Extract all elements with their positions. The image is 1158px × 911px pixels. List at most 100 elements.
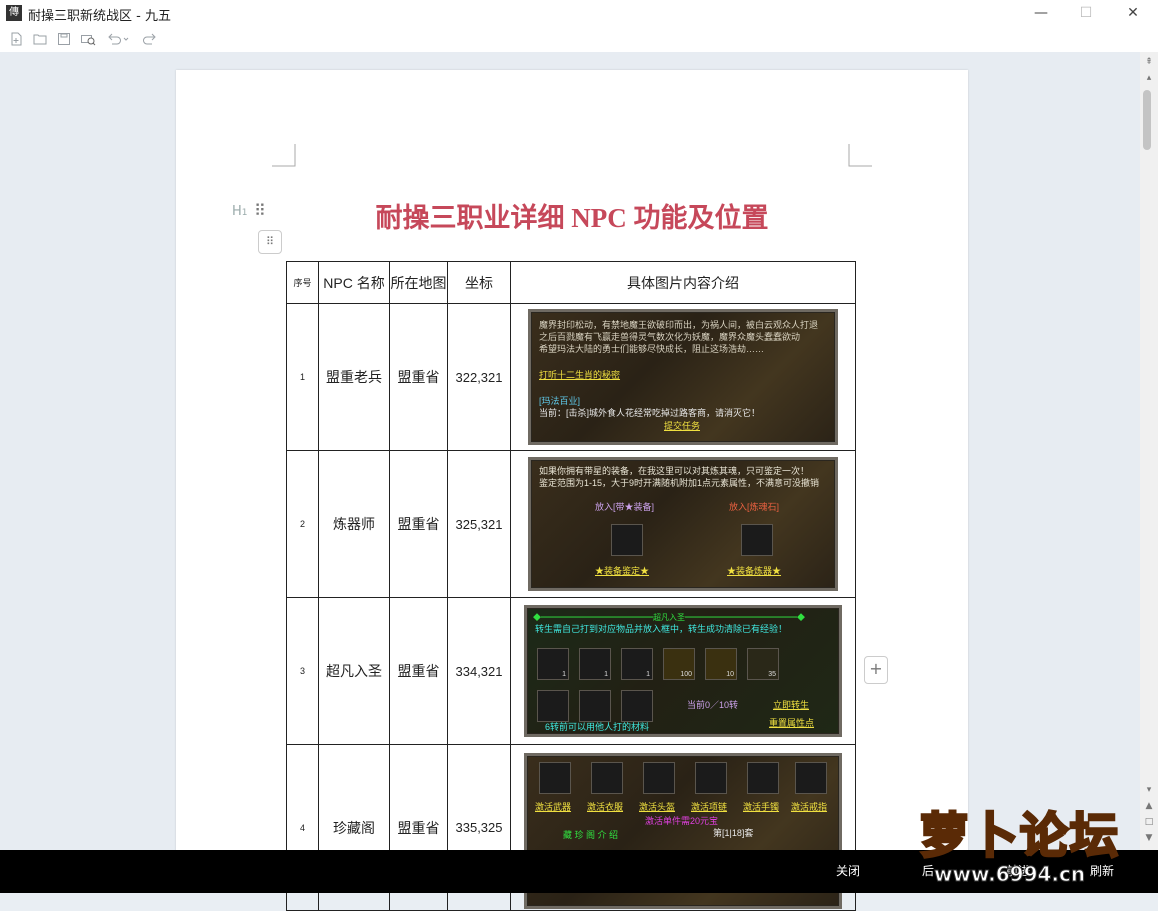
forum-watermark-logo: 萝卜论坛 www.6994.cn	[908, 786, 1154, 890]
table-handle-icon[interactable]: ⠿	[258, 230, 282, 254]
activate-label: 激活头盔	[639, 802, 676, 812]
header-map: 所在地图	[389, 261, 448, 304]
quest-link: 打听十二生肖的秘密	[539, 370, 621, 380]
item-slot: 1	[579, 648, 611, 680]
watermark-logo-text: 萝卜论坛	[918, 807, 1121, 866]
collection-intro: 藏 珍 阁 介 绍	[563, 830, 619, 840]
cell-detail: 如果你拥有带星的装备，在我这里可以对其炼其魂，只可鉴定一次！ 鉴定范围为1-15…	[510, 450, 856, 598]
item-slot	[741, 524, 773, 556]
new-doc-icon[interactable]	[8, 32, 24, 48]
item-slot	[579, 690, 611, 722]
dialog-line: 希望玛法大陆的勇士们能够尽快成长，阻止这场浩劫……	[539, 344, 765, 354]
add-column-button[interactable]: +	[864, 656, 888, 684]
table-row: 3 超凡入圣 盟重省 334,321 ◆━━━━━━━━━━━━━━超凡入圣━━…	[286, 597, 856, 745]
item-slot	[611, 524, 643, 556]
cell-seq: 1	[286, 303, 319, 451]
npc-screenshot-2: 如果你拥有带星的装备，在我这里可以对其炼其魂，只可鉴定一次！ 鉴定范围为1-15…	[528, 457, 838, 591]
scroll-up-icon[interactable]: ▴	[1143, 72, 1155, 84]
npc-table: 序号 NPC 名称 所在地图 坐标 具体图片内容介绍 1 盟重老兵 盟重省 32…	[286, 261, 856, 911]
close-button[interactable]: ✕	[1110, 0, 1156, 27]
undo-icon[interactable]	[106, 32, 130, 48]
npc-screenshot-1: 魔界封印松动，有禁地魔王欲破印而出，为祸人间，被白云观众人打退 之后百戮魔有飞赢…	[528, 309, 838, 445]
header-coord: 坐标	[447, 261, 511, 304]
refine-button-text: ★装备炼器★	[727, 566, 782, 576]
table-row: 1 盟重老兵 盟重省 322,321 魔界封印松动，有禁地魔王欲破印而出，为祸人…	[286, 303, 856, 451]
reset-button-text: 重置属性点	[769, 718, 815, 728]
table-header-row: 序号 NPC 名称 所在地图 坐标 具体图片内容介绍	[286, 261, 856, 304]
activation-cost: 激活单件需20元宝	[645, 816, 719, 826]
item-slot	[539, 762, 571, 794]
item-slot	[795, 762, 827, 794]
cell-coord: 334,321	[447, 597, 511, 745]
watermark-url: www.6994.cn	[933, 862, 1086, 887]
cell-map: 盟重省	[389, 450, 448, 598]
item-slot	[537, 690, 569, 722]
scrollbar-thumb[interactable]	[1143, 90, 1151, 150]
maximize-button[interactable]: ☐	[1063, 0, 1109, 27]
cell-seq: 3	[286, 597, 319, 745]
dialog-line: 鉴定范围为1-15，大于9时开满随机附加1点元素属性，不满意可没撤销	[539, 478, 820, 488]
dialog-line: 魔界封印松动，有禁地魔王欲破印而出，为祸人间，被白云观众人打退	[539, 320, 819, 330]
cell-detail: 魔界封印松动，有禁地魔王欲破印而出，为祸人间，被白云观众人打退 之后百戮魔有飞赢…	[510, 303, 856, 451]
rebirth-button-text: 立即转生	[773, 700, 810, 710]
item-slot	[621, 690, 653, 722]
item-slot	[643, 762, 675, 794]
activate-label: 激活手镯	[743, 802, 780, 812]
cell-seq: 2	[286, 450, 319, 598]
redo-icon[interactable]	[142, 32, 158, 48]
activate-label: 激活项链	[691, 802, 728, 812]
save-icon[interactable]	[56, 32, 72, 48]
activate-label: 激活武器	[535, 802, 572, 812]
cell-npc-name: 炼器师	[318, 450, 390, 598]
activate-label: 激活戒指	[791, 802, 828, 812]
toolbar	[0, 27, 1158, 53]
document-workspace: H1 ⠿ 耐操三职业详细 NPC 功能及位置 ⠿ 序号 NPC 名称 所在地图 …	[0, 52, 1140, 911]
item-slot	[747, 762, 779, 794]
dialog-line: 之后百戮魔有飞赢走兽得灵气数次化为妖魔，魔界众魔头蠢蠢欲动	[539, 332, 801, 342]
item-slot: 1	[537, 648, 569, 680]
margin-corner-mark	[272, 144, 296, 167]
margin-corner-mark	[848, 144, 872, 167]
title-bar: 傳 耐操三职新统战区 - 九五 — ☐ ✕	[0, 0, 1158, 27]
cell-map: 盟重省	[389, 597, 448, 745]
open-folder-icon[interactable]	[32, 32, 48, 48]
print-preview-icon[interactable]	[80, 32, 96, 48]
header-detail: 具体图片内容介绍	[510, 261, 856, 304]
panel-desc: 转生需自己打到对应物品并放入框中，转生成功清除已有经验！	[535, 624, 788, 634]
close-nav-button[interactable]: 关闭	[836, 862, 860, 879]
window-title: 耐操三职新统战区 - 九五	[28, 9, 171, 24]
item-slot: 35	[747, 648, 779, 680]
cell-coord: 322,321	[447, 303, 511, 451]
npc-screenshot-3: ◆━━━━━━━━━━━━━━超凡入圣━━━━━━━━━━━━━━◆ 转生需自己…	[524, 605, 842, 737]
cell-npc-name: 超凡入圣	[318, 597, 390, 745]
document-page: H1 ⠿ 耐操三职业详细 NPC 功能及位置 ⠿ 序号 NPC 名称 所在地图 …	[176, 70, 968, 911]
header-npc-name: NPC 名称	[318, 261, 390, 304]
panel-note: 6转前可以用他人打的材料	[545, 722, 650, 732]
document-title: 耐操三职业详细 NPC 功能及位置	[375, 203, 769, 233]
cell-npc-name: 盟重老兵	[318, 303, 390, 451]
cell-map: 盟重省	[389, 303, 448, 451]
slot-label-left: 放入[带★装备]	[595, 502, 655, 512]
vertical-scrollbar[interactable]: ⇞ ▴ ▾ ▲ □ ▼	[1140, 52, 1158, 850]
slot-label-right: 放入[炼魂石]	[729, 502, 780, 512]
app-icon: 傳	[6, 5, 22, 21]
item-slot: 1	[621, 648, 653, 680]
identify-button-text: ★装备鉴定★	[595, 566, 650, 576]
header-seq: 序号	[286, 261, 319, 304]
activate-label: 激活衣服	[587, 802, 624, 812]
item-slot: 10	[705, 648, 737, 680]
item-slot: 100	[663, 648, 695, 680]
dialog-line: 如果你拥有带星的装备，在我这里可以对其炼其魂，只可鉴定一次！	[539, 466, 810, 476]
panel-banner: ◆━━━━━━━━━━━━━━超凡入圣━━━━━━━━━━━━━━◆	[533, 613, 805, 622]
quest-tag: [玛法百业]	[539, 396, 581, 406]
rebirth-progress: 当前0／10转	[687, 700, 739, 710]
item-slot	[695, 762, 727, 794]
quest-current: 当前：[击杀]城外食人花经常吃掉过路客商，请消灭它！	[539, 408, 761, 418]
set-pager: 第[1|18]套	[713, 828, 754, 838]
table-row: 2 炼器师 盟重省 325,321 如果你拥有带星的装备，在我这里可以对其炼其魂…	[286, 450, 856, 598]
item-slot	[591, 762, 623, 794]
scroll-top-icon[interactable]: ⇞	[1143, 56, 1155, 68]
submit-quest-link: 提交任务	[664, 421, 701, 431]
minimize-button[interactable]: —	[1018, 0, 1064, 27]
cell-coord: 325,321	[447, 450, 511, 598]
